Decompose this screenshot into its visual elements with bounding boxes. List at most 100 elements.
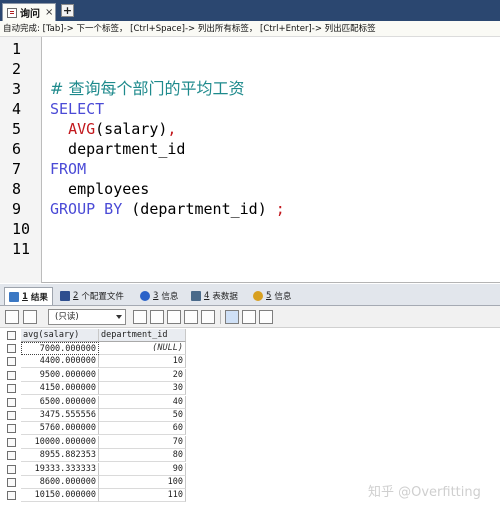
autocomplete-hint: 自动完成: [Tab]-> 下一个标签， [Ctrl+Space]-> 列出所有… — [0, 21, 500, 37]
cell-department-id[interactable]: 80 — [99, 449, 186, 463]
result-tab-1[interactable]: 1 结果 — [4, 287, 53, 305]
export-icon[interactable] — [23, 310, 37, 324]
table-row[interactable]: 4150.000000 30 — [0, 382, 186, 396]
line-number: 7 — [12, 160, 22, 178]
cell-avg-salary[interactable]: 7000.000000 — [21, 342, 99, 355]
cell-avg-salary[interactable]: 5760.000000 — [21, 422, 99, 436]
info-status-icon — [253, 291, 263, 301]
cell-department-id[interactable]: (NULL) — [99, 342, 186, 355]
result-tab-3[interactable]: 3 信息 — [136, 287, 182, 305]
mode-select-value: (只读) — [55, 312, 79, 322]
text-mode-icon[interactable] — [259, 310, 273, 324]
save-icon[interactable] — [167, 310, 181, 324]
table-row[interactable]: 19333.333333 90 — [0, 462, 186, 476]
row-checkbox[interactable] — [7, 451, 16, 461]
result-tab-label: 结果 — [30, 292, 48, 303]
sql-comment: # 查询每个部门的平均工资 — [50, 79, 245, 98]
sql-text: department_id — [50, 140, 186, 158]
result-tab-4[interactable]: 4 表数据 — [187, 287, 242, 305]
result-tab-2[interactable]: 2 个配置文件 — [56, 287, 128, 305]
cell-department-id[interactable]: 10 — [99, 355, 186, 369]
cell-department-id[interactable]: 70 — [99, 435, 186, 449]
add-tab-button[interactable]: + — [61, 4, 74, 17]
cell-department-id[interactable]: 90 — [99, 462, 186, 476]
close-icon[interactable]: × — [45, 7, 53, 18]
row-checkbox[interactable] — [7, 424, 16, 434]
mode-select[interactable]: (只读) — [48, 309, 126, 325]
table-row[interactable]: 6500.000000 40 — [0, 395, 186, 409]
delete-icon[interactable] — [184, 310, 198, 324]
copy-icon[interactable] — [133, 310, 147, 324]
cell-department-id[interactable]: 100 — [99, 476, 186, 489]
cell-department-id[interactable]: 60 — [99, 422, 186, 436]
cell-department-id[interactable]: 30 — [99, 382, 186, 396]
row-checkbox[interactable] — [7, 397, 16, 407]
form-mode-icon[interactable] — [242, 310, 256, 324]
cell-department-id[interactable]: 110 — [99, 489, 186, 503]
row-checkbox[interactable] — [7, 357, 16, 367]
cell-avg-salary[interactable]: 8955.882353 — [21, 449, 99, 463]
cell-avg-salary[interactable]: 19333.333333 — [21, 462, 99, 476]
cell-avg-salary[interactable]: 3475.555556 — [21, 409, 99, 422]
grid-header-row: avg(salary) department_id — [0, 329, 186, 342]
cell-avg-salary[interactable]: 9500.000000 — [21, 368, 99, 382]
line-number: 9 — [12, 200, 22, 218]
code-line: 7 FROM — [0, 159, 500, 179]
table-row[interactable]: 4400.000000 10 — [0, 355, 186, 369]
table-row[interactable]: 10150.000000 110 — [0, 489, 186, 503]
sql-editor[interactable]: 1 2 3 # 查询每个部门的平均工资 4 SELECT 5 AVG(salary), 6 d… — [0, 37, 500, 283]
column-header[interactable]: department_id — [99, 329, 186, 342]
table-row[interactable]: 10000.000000 70 — [0, 435, 186, 449]
table-row[interactable]: 5760.000000 60 — [0, 422, 186, 436]
cell-avg-salary[interactable]: 4150.000000 — [21, 382, 99, 396]
sql-function: ; — [266, 200, 285, 218]
result-tab-strip: 1 结果 2 个配置文件 3 信息 4 表数据 5 信息 — [0, 284, 500, 306]
row-checkbox[interactable] — [7, 491, 16, 501]
code-line: 6 department_id — [0, 139, 500, 159]
sql-text: (department_id) — [122, 200, 267, 218]
table-row[interactable]: 7000.000000 (NULL) — [0, 342, 186, 355]
result-tab-label: 信息 — [274, 292, 292, 302]
query-tab[interactable]: 询问 × — [2, 3, 56, 21]
select-all-checkbox[interactable] — [7, 331, 16, 340]
code-text: employees — [50, 179, 149, 199]
result-tab-label: 信息 — [161, 292, 179, 302]
toolbar-divider — [220, 310, 221, 324]
row-checkbox[interactable] — [7, 411, 16, 420]
row-checkbox[interactable] — [7, 344, 16, 353]
row-checkbox[interactable] — [7, 384, 16, 394]
result-tab-label: 表数据 — [212, 292, 238, 302]
duplicate-row-icon[interactable] — [150, 310, 164, 324]
result-tab-number: 3 — [153, 291, 159, 301]
row-checkbox[interactable] — [7, 370, 16, 380]
cell-avg-salary[interactable]: 10150.000000 — [21, 489, 99, 503]
row-checkbox[interactable] — [7, 478, 16, 487]
table-row[interactable]: 8600.000000 100 — [0, 476, 186, 489]
line-number: 2 — [12, 60, 22, 78]
sql-keyword: GROUP BY — [50, 200, 123, 218]
sql-keyword: FROM — [50, 160, 87, 178]
result-tab-5[interactable]: 5 信息 — [249, 287, 295, 305]
row-checkbox[interactable] — [7, 464, 16, 474]
column-header[interactable]: avg(salary) — [21, 329, 99, 342]
result-tab-number: 5 — [266, 291, 272, 301]
row-checkbox[interactable] — [7, 437, 16, 447]
cell-avg-salary[interactable]: 4400.000000 — [21, 355, 99, 369]
line-number: 10 — [12, 220, 31, 238]
table-row[interactable]: 3475.555556 50 — [0, 409, 186, 422]
cell-department-id[interactable]: 50 — [99, 409, 186, 422]
grid-view-icon[interactable] — [5, 310, 19, 324]
cell-avg-salary[interactable]: 10000.000000 — [21, 435, 99, 449]
code-text: GROUP BY (department_id) ; — [50, 199, 285, 219]
watermark: 知乎 @Overfitting — [368, 485, 481, 500]
table-row[interactable]: 9500.000000 20 — [0, 368, 186, 382]
cell-department-id[interactable]: 40 — [99, 395, 186, 409]
cell-avg-salary[interactable]: 8600.000000 — [21, 476, 99, 489]
line-number: 5 — [12, 120, 22, 138]
cell-department-id[interactable]: 20 — [99, 368, 186, 382]
cell-avg-salary[interactable]: 6500.000000 — [21, 395, 99, 409]
grid-mode-icon[interactable] — [225, 310, 239, 324]
sql-function: , — [167, 120, 177, 138]
table-row[interactable]: 8955.882353 80 — [0, 449, 186, 463]
refresh-icon[interactable] — [201, 310, 215, 324]
